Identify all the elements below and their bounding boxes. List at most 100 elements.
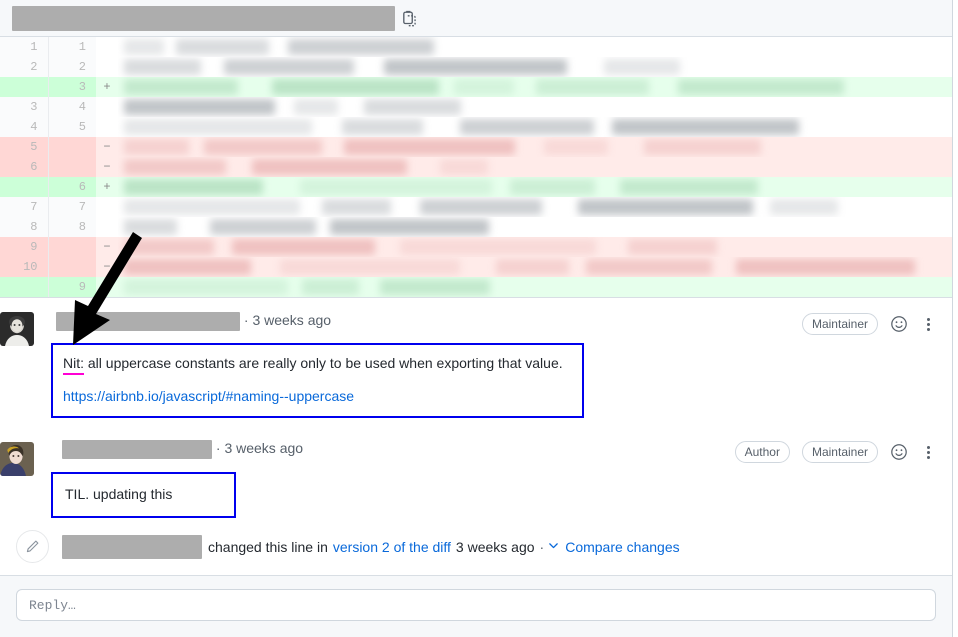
comment-item: · 3 weeks ago Maintainer Nit: all upperc… [0, 298, 952, 422]
diff-line-number-old[interactable]: 4 [0, 117, 49, 137]
avatar[interactable] [0, 442, 34, 476]
diff-change-marker [96, 117, 118, 137]
reply-area: Reply… [0, 575, 952, 637]
diff-row[interactable]: 5− [0, 137, 952, 157]
diff-change-marker [96, 217, 118, 237]
diff-line-number-old[interactable] [0, 77, 49, 97]
diff-line-number-new[interactable]: 1 [48, 37, 96, 57]
diff-line-number-new[interactable]: 5 [48, 117, 96, 137]
comment-separator: · [215, 440, 221, 457]
diff-line-number-old[interactable]: 8 [0, 217, 49, 237]
reply-placeholder: Reply… [29, 597, 76, 613]
diff-line-number-old[interactable]: 7 [0, 197, 49, 217]
comment-actions: Maintainer [801, 313, 936, 335]
diff-change-marker [96, 37, 118, 57]
diff-code-line-redacted [118, 197, 952, 217]
diff-line-number-new[interactable]: 8 [48, 217, 96, 237]
file-header [0, 0, 952, 37]
diff-line-number-old[interactable]: 9 [0, 237, 49, 257]
diff-change-marker: − [96, 237, 118, 257]
diff-row[interactable]: 34 [0, 97, 952, 117]
diff-row[interactable]: 3 + [0, 77, 952, 97]
diff-line-number-new[interactable] [48, 157, 96, 177]
diff-line-number-new[interactable]: 2 [48, 57, 96, 77]
diff-line-number-old[interactable]: 1 [0, 37, 49, 57]
diff-code-line-redacted [118, 117, 952, 137]
diff-code-line-redacted [118, 137, 952, 157]
diff-table-wrapper: 1 1 2 2 3 +3 4 4 5 5−6−6 +7 7 8 8 9−10−9 + [0, 37, 952, 298]
badge-maintainer[interactable]: Maintainer [801, 313, 878, 335]
comment-separator: · [243, 312, 249, 329]
diff-change-marker: − [96, 137, 118, 157]
badge-author[interactable]: Author [734, 441, 790, 463]
diff-code-line-redacted [118, 97, 952, 117]
diff-line-number-old[interactable]: 10 [0, 257, 49, 277]
comment-author-redacted [62, 440, 212, 459]
diff-code-line-redacted [118, 257, 952, 277]
smiley-reaction-icon[interactable] [890, 315, 908, 333]
diff-line-number-new[interactable]: 3 [48, 77, 96, 97]
comment-item: · 3 weeks ago Author Maintainer TIL. upd… [0, 422, 952, 522]
comment-actions: Author Maintainer [734, 441, 936, 463]
nit-prefix: Nit: [63, 355, 84, 375]
badge-maintainer[interactable]: Maintainer [801, 441, 878, 463]
comment-timestamp: 3 weeks ago [224, 440, 304, 457]
timeline-action-text: changed this line in [208, 538, 328, 555]
comment-timestamp: 3 weeks ago [252, 312, 332, 329]
diff-line-number-new[interactable] [48, 257, 96, 277]
diff-line-number-old[interactable]: 3 [0, 97, 49, 117]
diff-line-number-old[interactable]: 6 [0, 157, 49, 177]
comment-body-highlight: Nit: all uppercase constants are really … [51, 343, 584, 418]
diff-line-number-new[interactable]: 7 [48, 197, 96, 217]
diff-change-marker: + [96, 177, 118, 197]
comment-header: · 3 weeks ago Maintainer [56, 312, 936, 338]
diff-line-number-new[interactable]: 4 [48, 97, 96, 117]
kebab-menu-icon[interactable] [920, 442, 936, 462]
timeline-actor-redacted [62, 534, 202, 559]
comment-header: · 3 weeks ago Author Maintainer [62, 440, 936, 466]
chevron-down-icon[interactable] [547, 539, 560, 555]
diff-code-line-redacted [118, 77, 952, 97]
diff-row[interactable]: 22 [0, 57, 952, 77]
diff-version-link[interactable]: version 2 of the diff [333, 539, 451, 555]
diff-row[interactable]: 88 [0, 217, 952, 237]
diff-line-number-new[interactable]: 9 [48, 277, 96, 297]
diff-line-number-new[interactable] [48, 237, 96, 257]
comment-body-text: Nit: all uppercase constants are really … [63, 353, 572, 375]
reply-input[interactable]: Reply… [16, 589, 936, 621]
diff-code-line-redacted [118, 237, 952, 257]
diff-code-line-redacted [118, 177, 952, 197]
diff-row[interactable]: 11 [0, 37, 952, 57]
diff-code-line-redacted [118, 57, 952, 77]
style-guide-link[interactable]: https://airbnb.io/javascript/#naming--up… [63, 388, 354, 404]
diff-row[interactable]: 45 [0, 117, 952, 137]
file-path-redacted [12, 6, 395, 31]
diff-body: 1 1 2 2 3 +3 4 4 5 5−6−6 +7 7 8 8 9−10−9 + [0, 37, 952, 297]
compare-changes-link[interactable]: Compare changes [565, 539, 679, 555]
diff-row[interactable]: 77 [0, 197, 952, 217]
diff-line-number-new[interactable] [48, 137, 96, 157]
timeline-timestamp: 3 weeks ago [455, 538, 535, 555]
diff-line-number-old[interactable] [0, 277, 49, 297]
diff-row[interactable]: 10 − [0, 257, 952, 277]
diff-change-marker [96, 97, 118, 117]
diff-line-number-new[interactable]: 6 [48, 177, 96, 197]
diff-line-number-old[interactable]: 5 [0, 137, 49, 157]
diff-change-marker: − [96, 257, 118, 277]
comment-thread: · 3 weeks ago Maintainer Nit: all upperc… [0, 298, 952, 637]
comment-body-text: TIL. updating this [65, 486, 173, 502]
diff-change-marker [96, 57, 118, 77]
diff-change-marker: + [96, 77, 118, 97]
kebab-menu-icon[interactable] [920, 314, 936, 334]
timeline-text: changed this line in version 2 of the di… [62, 534, 680, 559]
timeline-separator: · [539, 538, 545, 555]
smiley-reaction-icon[interactable] [890, 443, 908, 461]
diff-row[interactable]: 6− [0, 157, 952, 177]
avatar[interactable] [0, 312, 34, 346]
diff-row[interactable]: 6 + [0, 177, 952, 197]
diff-row[interactable]: 9 + [0, 277, 952, 297]
diff-line-number-old[interactable] [0, 177, 49, 197]
diff-row[interactable]: 9− [0, 237, 952, 257]
diff-line-number-old[interactable]: 2 [0, 57, 49, 77]
copy-clipboard-icon[interactable] [401, 10, 419, 28]
